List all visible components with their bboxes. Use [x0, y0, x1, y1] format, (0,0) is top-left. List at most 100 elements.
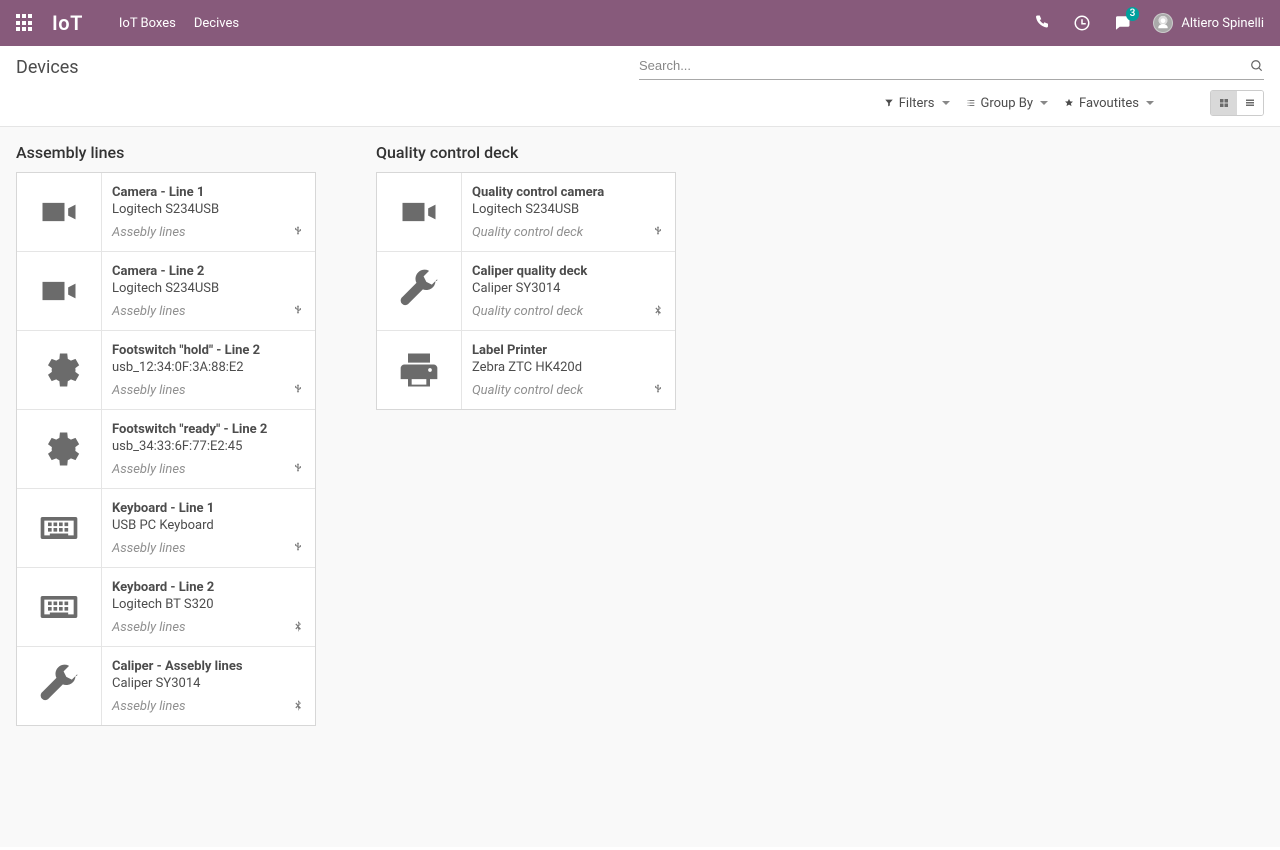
camera-icon: [377, 173, 462, 251]
kanban-column: Assembly lines Camera - Line 1 Logitech S2…: [16, 143, 316, 726]
gear-icon: [17, 331, 102, 409]
wrench-icon: [377, 252, 462, 330]
card-body: Keyboard - Line 2 Logitech BT S320 Assebly…: [102, 568, 315, 646]
nav-link-iot-boxes[interactable]: IoT Boxes: [119, 16, 176, 31]
card-subtitle: Zebra ZTC HK420d: [472, 360, 665, 375]
card-subtitle: Caliper SY3014: [112, 676, 305, 691]
card-subtitle: Logitech S234USB: [472, 202, 665, 217]
card-location: Quality control deck: [472, 383, 583, 398]
search-input[interactable]: [639, 54, 1250, 77]
favorites-label: Favoutites: [1079, 96, 1139, 111]
kanban-view-button[interactable]: [1211, 91, 1237, 115]
usb-icon: [291, 304, 305, 318]
card-body: Footswitch "ready" - Line 2 usb_34:33:6F:…: [102, 410, 315, 488]
device-card[interactable]: Label Printer Zebra ZTC HK420d Quality con…: [377, 331, 675, 409]
card-title: Quality control camera: [472, 185, 665, 200]
chevron-down-icon: [942, 101, 950, 105]
page-title: Devices: [16, 57, 79, 78]
rows-icon: [1244, 97, 1256, 109]
card-footer: Assebly lines: [112, 699, 305, 714]
card-subtitle: Caliper SY3014: [472, 281, 665, 296]
card-subtitle: Logitech S234USB: [112, 281, 305, 296]
card-body: Caliper quality deckCaliper SY3014Qualit…: [462, 252, 675, 330]
navbar-left: IoT IoT Boxes Decives: [16, 11, 239, 35]
card-title: Caliper - Assebly lines: [112, 659, 305, 674]
card-body: Keyboard - Line 1USB PC KeyboardAssebly …: [102, 489, 315, 567]
column-title: Assembly lines: [16, 143, 316, 162]
device-card[interactable]: Keyboard - Line 1USB PC KeyboardAssebly …: [17, 489, 315, 568]
navbar: IoT IoT Boxes Decives 3 Altiero Spinelli: [0, 0, 1280, 46]
card-location: Assebly lines: [112, 304, 186, 319]
device-card[interactable]: Footswitch "hold" - Line 2 usb_12:34:0F:3…: [17, 331, 315, 410]
groupby-label: Group By: [981, 96, 1034, 111]
card-subtitle: Logitech BT S320: [112, 597, 305, 612]
navbar-right: 3 Altiero Spinelli: [1033, 13, 1264, 33]
card-title: Keyboard - Line 2: [112, 580, 305, 595]
card-footer: Assebly lines: [112, 304, 305, 319]
card-list: Quality control camera Logitech S234USB Qu…: [376, 172, 676, 410]
card-footer: Assebly lines: [112, 462, 305, 477]
favorites-button[interactable]: Favoutites: [1064, 96, 1154, 111]
card-title: Footswitch "hold" - Line 2: [112, 343, 305, 358]
card-title: Keyboard - Line 1: [112, 501, 305, 516]
clock-icon[interactable]: [1073, 14, 1091, 32]
card-location: Assebly lines: [112, 620, 186, 635]
card-list: Camera - Line 1 Logitech S234USB Assebly l…: [16, 172, 316, 726]
card-footer: Assebly lines: [112, 225, 305, 240]
card-title: Label Printer: [472, 343, 665, 358]
card-body: Label Printer Zebra ZTC HK420d Quality con…: [462, 331, 675, 409]
usb-icon: [651, 225, 665, 239]
card-location: Assebly lines: [112, 462, 186, 477]
bluetooth-icon: [291, 699, 305, 713]
camera-icon: [17, 252, 102, 330]
chat-icon[interactable]: 3: [1113, 14, 1131, 32]
apps-icon[interactable]: [16, 14, 34, 32]
filters-group: Filters Group By Favoutites: [884, 90, 1264, 116]
card-location: Assebly lines: [112, 699, 186, 714]
usb-icon: [291, 541, 305, 555]
kanban-column: Quality control deckQuality control came…: [376, 143, 676, 410]
card-body: Camera - Line 1 Logitech S234USB Assebly l…: [102, 173, 315, 251]
device-card[interactable]: Caliper - Assebly lines Caliper SY3014 Ass…: [17, 647, 315, 725]
card-location: Quality control deck: [472, 225, 583, 240]
device-card[interactable]: Camera - Line 2Logitech S234USBAssebly l…: [17, 252, 315, 331]
user-menu[interactable]: Altiero Spinelli: [1153, 13, 1264, 33]
chat-badge: 3: [1126, 7, 1140, 21]
star-icon: [1064, 98, 1074, 108]
phone-icon[interactable]: [1033, 14, 1051, 32]
user-name: Altiero Spinelli: [1181, 16, 1264, 31]
search-bar: [639, 54, 1264, 80]
usb-icon: [291, 462, 305, 476]
device-card[interactable]: Quality control camera Logitech S234USB Qu…: [377, 173, 675, 252]
card-body: Footswitch "hold" - Line 2 usb_12:34:0F:3…: [102, 331, 315, 409]
card-location: Assebly lines: [112, 383, 186, 398]
filters-button[interactable]: Filters: [884, 96, 950, 111]
bluetooth-icon: [651, 304, 665, 318]
card-title: Footswitch "ready" - Line 2: [112, 422, 305, 437]
printer-icon: [377, 331, 462, 409]
card-footer: Assebly lines: [112, 541, 305, 556]
card-subtitle: Logitech S234USB: [112, 202, 305, 217]
device-card[interactable]: Caliper quality deckCaliper SY3014Qualit…: [377, 252, 675, 331]
card-subtitle: usb_34:33:6F:77:E2:45: [112, 439, 305, 454]
nav-link-devices[interactable]: Decives: [194, 16, 239, 31]
camera-icon: [17, 173, 102, 251]
device-card[interactable]: Footswitch "ready" - Line 2 usb_34:33:6F:…: [17, 410, 315, 489]
content: Assembly lines Camera - Line 1 Logitech S2…: [0, 127, 1280, 847]
card-location: Assebly lines: [112, 541, 186, 556]
card-footer: Quality control deck: [472, 225, 665, 240]
device-card[interactable]: Camera - Line 1 Logitech S234USB Assebly l…: [17, 173, 315, 252]
device-card[interactable]: Keyboard - Line 2 Logitech BT S320 Assebly…: [17, 568, 315, 647]
card-body: Quality control camera Logitech S234USB Qu…: [462, 173, 675, 251]
search-icon[interactable]: [1250, 59, 1264, 73]
column-title: Quality control deck: [376, 143, 676, 162]
list-icon: [966, 98, 976, 108]
groupby-button[interactable]: Group By: [966, 96, 1049, 111]
list-view-button[interactable]: [1237, 91, 1263, 115]
brand-title[interactable]: IoT: [52, 11, 83, 35]
card-title: Camera - Line 1: [112, 185, 305, 200]
card-footer: Assebly lines: [112, 383, 305, 398]
usb-icon: [291, 225, 305, 239]
chevron-down-icon: [1146, 101, 1154, 105]
card-subtitle: usb_12:34:0F:3A:88:E2: [112, 360, 305, 375]
